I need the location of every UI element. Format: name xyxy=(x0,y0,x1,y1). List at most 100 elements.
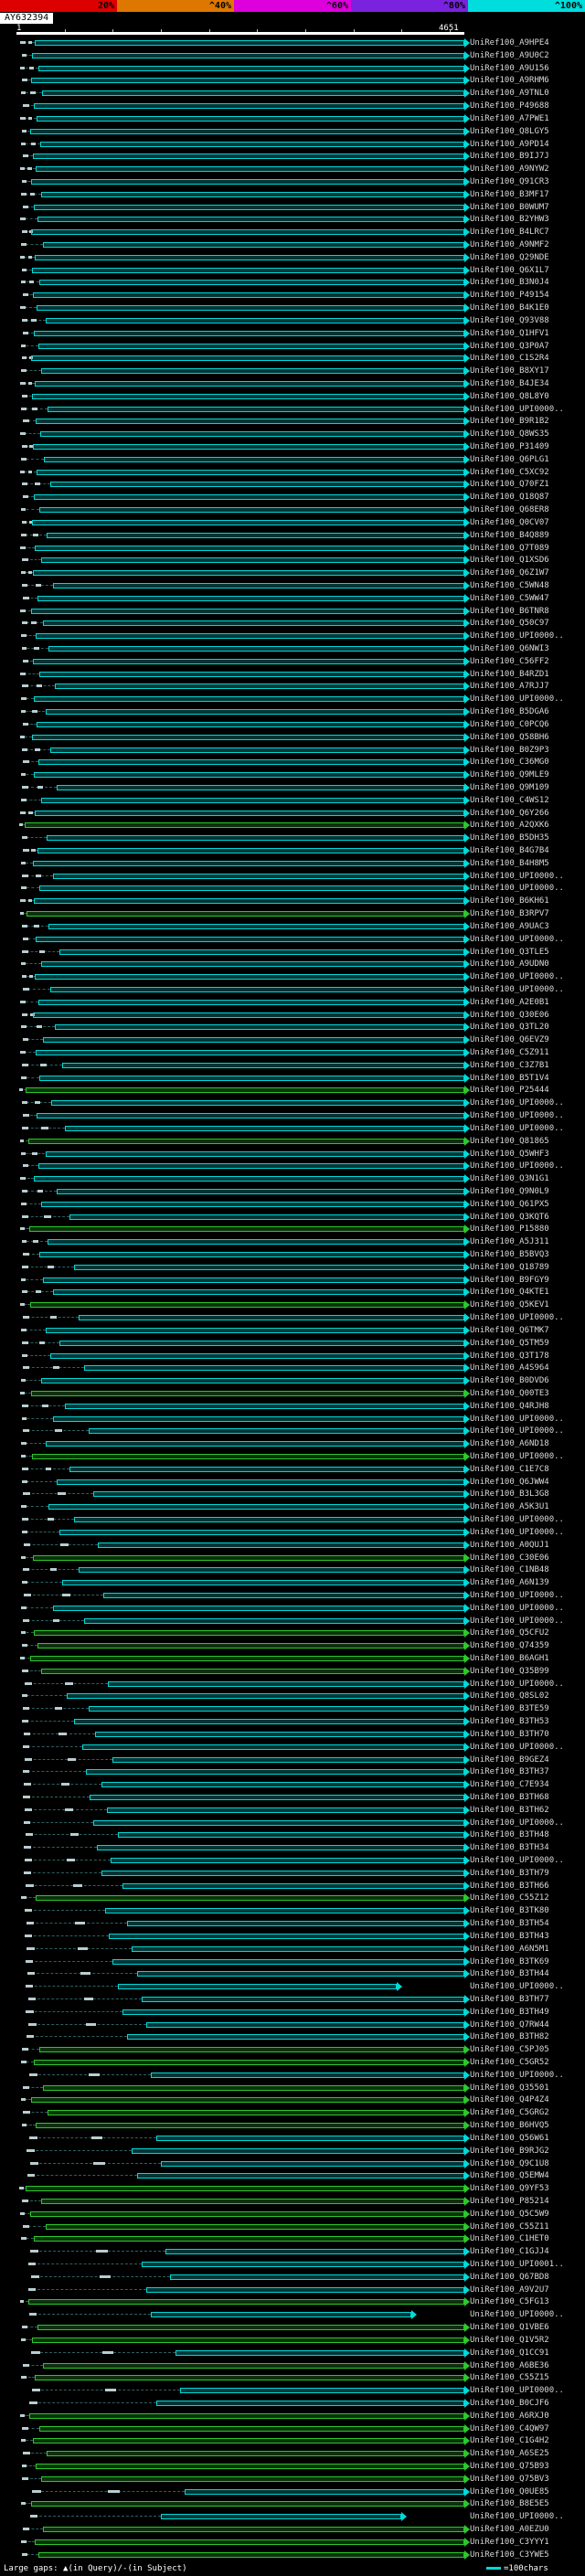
hit-label[interactable]: UniRef100_UPI0000.. xyxy=(470,1124,564,1133)
hit-bar[interactable] xyxy=(79,1315,464,1321)
hit-bar[interactable] xyxy=(25,822,464,829)
hit-bar[interactable] xyxy=(66,1693,464,1700)
hit-label[interactable]: UniRef100_A9V2U7 xyxy=(470,2285,549,2295)
hit-bar[interactable] xyxy=(122,1882,464,1889)
hit-label[interactable]: UniRef100_UPI0000.. xyxy=(470,2071,564,2080)
hit-label[interactable]: UniRef100_Q18Q87 xyxy=(470,493,549,502)
hit-bar[interactable] xyxy=(83,1365,464,1372)
hit-bar[interactable] xyxy=(34,2539,464,2545)
hit-label[interactable]: UniRef100_Q6EVZ9 xyxy=(470,1035,549,1044)
hit-label[interactable]: UniRef100_B3TH79 xyxy=(470,1869,549,1878)
hit-bar[interactable] xyxy=(33,898,464,905)
hit-label[interactable]: UniRef100_C1HET0 xyxy=(470,2234,549,2243)
hit-label[interactable]: UniRef100_B2YHW3 xyxy=(470,215,549,224)
hit-bar[interactable] xyxy=(32,2438,464,2444)
hit-label[interactable]: UniRef100_C3Z7B1 xyxy=(470,1061,549,1070)
hit-label[interactable]: UniRef100_Q3KQT6 xyxy=(470,1213,549,1222)
hit-bar[interactable] xyxy=(35,2123,464,2129)
hit-label[interactable]: UniRef100_A4S964 xyxy=(470,1363,549,1373)
hit-bar[interactable] xyxy=(32,570,464,577)
hit-label[interactable]: UniRef100_Q6X1L7 xyxy=(470,266,549,275)
hit-bar[interactable] xyxy=(47,406,464,412)
hit-bar[interactable] xyxy=(146,2021,464,2028)
hit-bar[interactable] xyxy=(49,1352,464,1359)
hit-bar[interactable] xyxy=(31,2337,464,2343)
hit-bar[interactable] xyxy=(31,519,464,525)
hit-label[interactable]: UniRef100_B6AGH1 xyxy=(470,1654,549,1663)
hit-bar[interactable] xyxy=(37,848,464,853)
hit-bar[interactable] xyxy=(28,1226,464,1233)
hit-label[interactable]: UniRef100_B4LRC7 xyxy=(470,228,549,237)
hit-bar[interactable] xyxy=(43,1277,464,1283)
hit-bar[interactable] xyxy=(30,1390,464,1396)
hit-bar[interactable] xyxy=(62,1062,464,1068)
hit-label[interactable]: UniRef100_P15880 xyxy=(470,1224,549,1234)
hit-label[interactable]: UniRef100_Q74359 xyxy=(470,1641,549,1650)
hit-label[interactable]: UniRef100_UPI0000.. xyxy=(470,935,564,944)
hit-label[interactable]: UniRef100_Q18789 xyxy=(470,1263,549,1272)
hit-bar[interactable] xyxy=(97,1845,464,1851)
hit-label[interactable]: UniRef100_Q68ER8 xyxy=(470,505,549,514)
hit-bar[interactable] xyxy=(39,2425,464,2432)
hit-label[interactable]: UniRef100_Q4P4Z4 xyxy=(470,2095,549,2104)
hit-label[interactable]: UniRef100_B3TK69 xyxy=(470,1957,549,1966)
hit-label[interactable]: UniRef100_Q3N1G1 xyxy=(470,1174,549,1183)
hit-label[interactable]: UniRef100_UPI0000.. xyxy=(470,1515,564,1524)
hit-label[interactable]: UniRef100_Q93V88 xyxy=(470,316,549,325)
hit-bar[interactable] xyxy=(52,1605,464,1611)
hit-label[interactable]: UniRef100_C1G4H2 xyxy=(470,2436,549,2445)
hit-label[interactable]: UniRef100_Q91CR3 xyxy=(470,177,549,186)
hit-label[interactable]: UniRef100_Q4RJH8 xyxy=(470,1402,549,1411)
hit-label[interactable]: UniRef100_C5XC92 xyxy=(470,468,549,477)
hit-bar[interactable] xyxy=(27,911,464,917)
hit-label[interactable]: UniRef100_B0DVD6 xyxy=(470,1376,549,1385)
hit-bar[interactable] xyxy=(74,1517,464,1523)
hit-bar[interactable] xyxy=(38,65,464,71)
hit-bar[interactable] xyxy=(39,507,464,514)
hit-bar[interactable] xyxy=(32,444,464,450)
hit-bar[interactable] xyxy=(37,469,464,475)
hit-label[interactable]: UniRef100_B4G7B4 xyxy=(470,846,549,855)
hit-bar[interactable] xyxy=(41,1668,464,1674)
hit-bar[interactable] xyxy=(39,280,464,286)
hit-bar[interactable] xyxy=(29,128,464,134)
hit-bar[interactable] xyxy=(39,671,464,677)
hit-bar[interactable] xyxy=(37,305,464,312)
hit-label[interactable]: UniRef100_UPI0000.. xyxy=(470,1856,564,1865)
hit-bar[interactable] xyxy=(85,1769,464,1776)
hit-label[interactable]: UniRef100_Q29NDE xyxy=(470,253,549,262)
hit-bar[interactable] xyxy=(64,1125,464,1131)
hit-bar[interactable] xyxy=(160,2514,402,2520)
hit-label[interactable]: UniRef100_C55Z15 xyxy=(470,2373,549,2382)
hit-label[interactable]: UniRef100_B3RPV7 xyxy=(470,909,549,918)
hit-bar[interactable] xyxy=(29,2210,464,2217)
hit-bar[interactable] xyxy=(41,191,464,197)
hit-bar[interactable] xyxy=(49,482,464,488)
hit-label[interactable]: UniRef100_Q8L8Y0 xyxy=(470,392,549,401)
hit-label[interactable]: UniRef100_B3TH44 xyxy=(470,1969,549,1978)
hit-bar[interactable] xyxy=(33,330,464,336)
hit-bar[interactable] xyxy=(33,2236,464,2242)
hit-bar[interactable] xyxy=(117,1832,464,1839)
hit-label[interactable]: UniRef100_C4WS12 xyxy=(470,796,549,805)
hit-label[interactable]: UniRef100_B3TH43 xyxy=(470,1932,549,1941)
hit-label[interactable]: UniRef100_B3L3G8 xyxy=(470,1489,549,1499)
hit-label[interactable]: UniRef100_Q0CV07 xyxy=(470,518,549,527)
hit-label[interactable]: UniRef100_A2E0B1 xyxy=(470,998,549,1007)
hit-bar[interactable] xyxy=(34,254,464,260)
hit-bar[interactable] xyxy=(95,1731,464,1737)
hit-label[interactable]: UniRef100_B3TH49 xyxy=(470,2008,549,2017)
hit-bar[interactable] xyxy=(37,1643,464,1649)
hit-label[interactable]: UniRef100_UPI0000.. xyxy=(470,1426,564,1436)
hit-bar[interactable] xyxy=(43,2084,464,2091)
hit-label[interactable]: UniRef100_Q70FZ1 xyxy=(470,480,549,489)
hit-label[interactable]: UniRef100_B3TH62 xyxy=(470,1806,549,1815)
hit-label[interactable]: UniRef100_A9TNL0 xyxy=(470,89,549,98)
hit-bar[interactable] xyxy=(146,2286,464,2293)
hit-bar[interactable] xyxy=(74,1719,464,1725)
hit-bar[interactable] xyxy=(48,1504,464,1511)
hit-bar[interactable] xyxy=(93,1491,464,1498)
hit-bar[interactable] xyxy=(34,810,464,816)
hit-label[interactable]: UniRef100_A6SE25 xyxy=(470,2449,549,2458)
hit-bar[interactable] xyxy=(41,2475,464,2482)
